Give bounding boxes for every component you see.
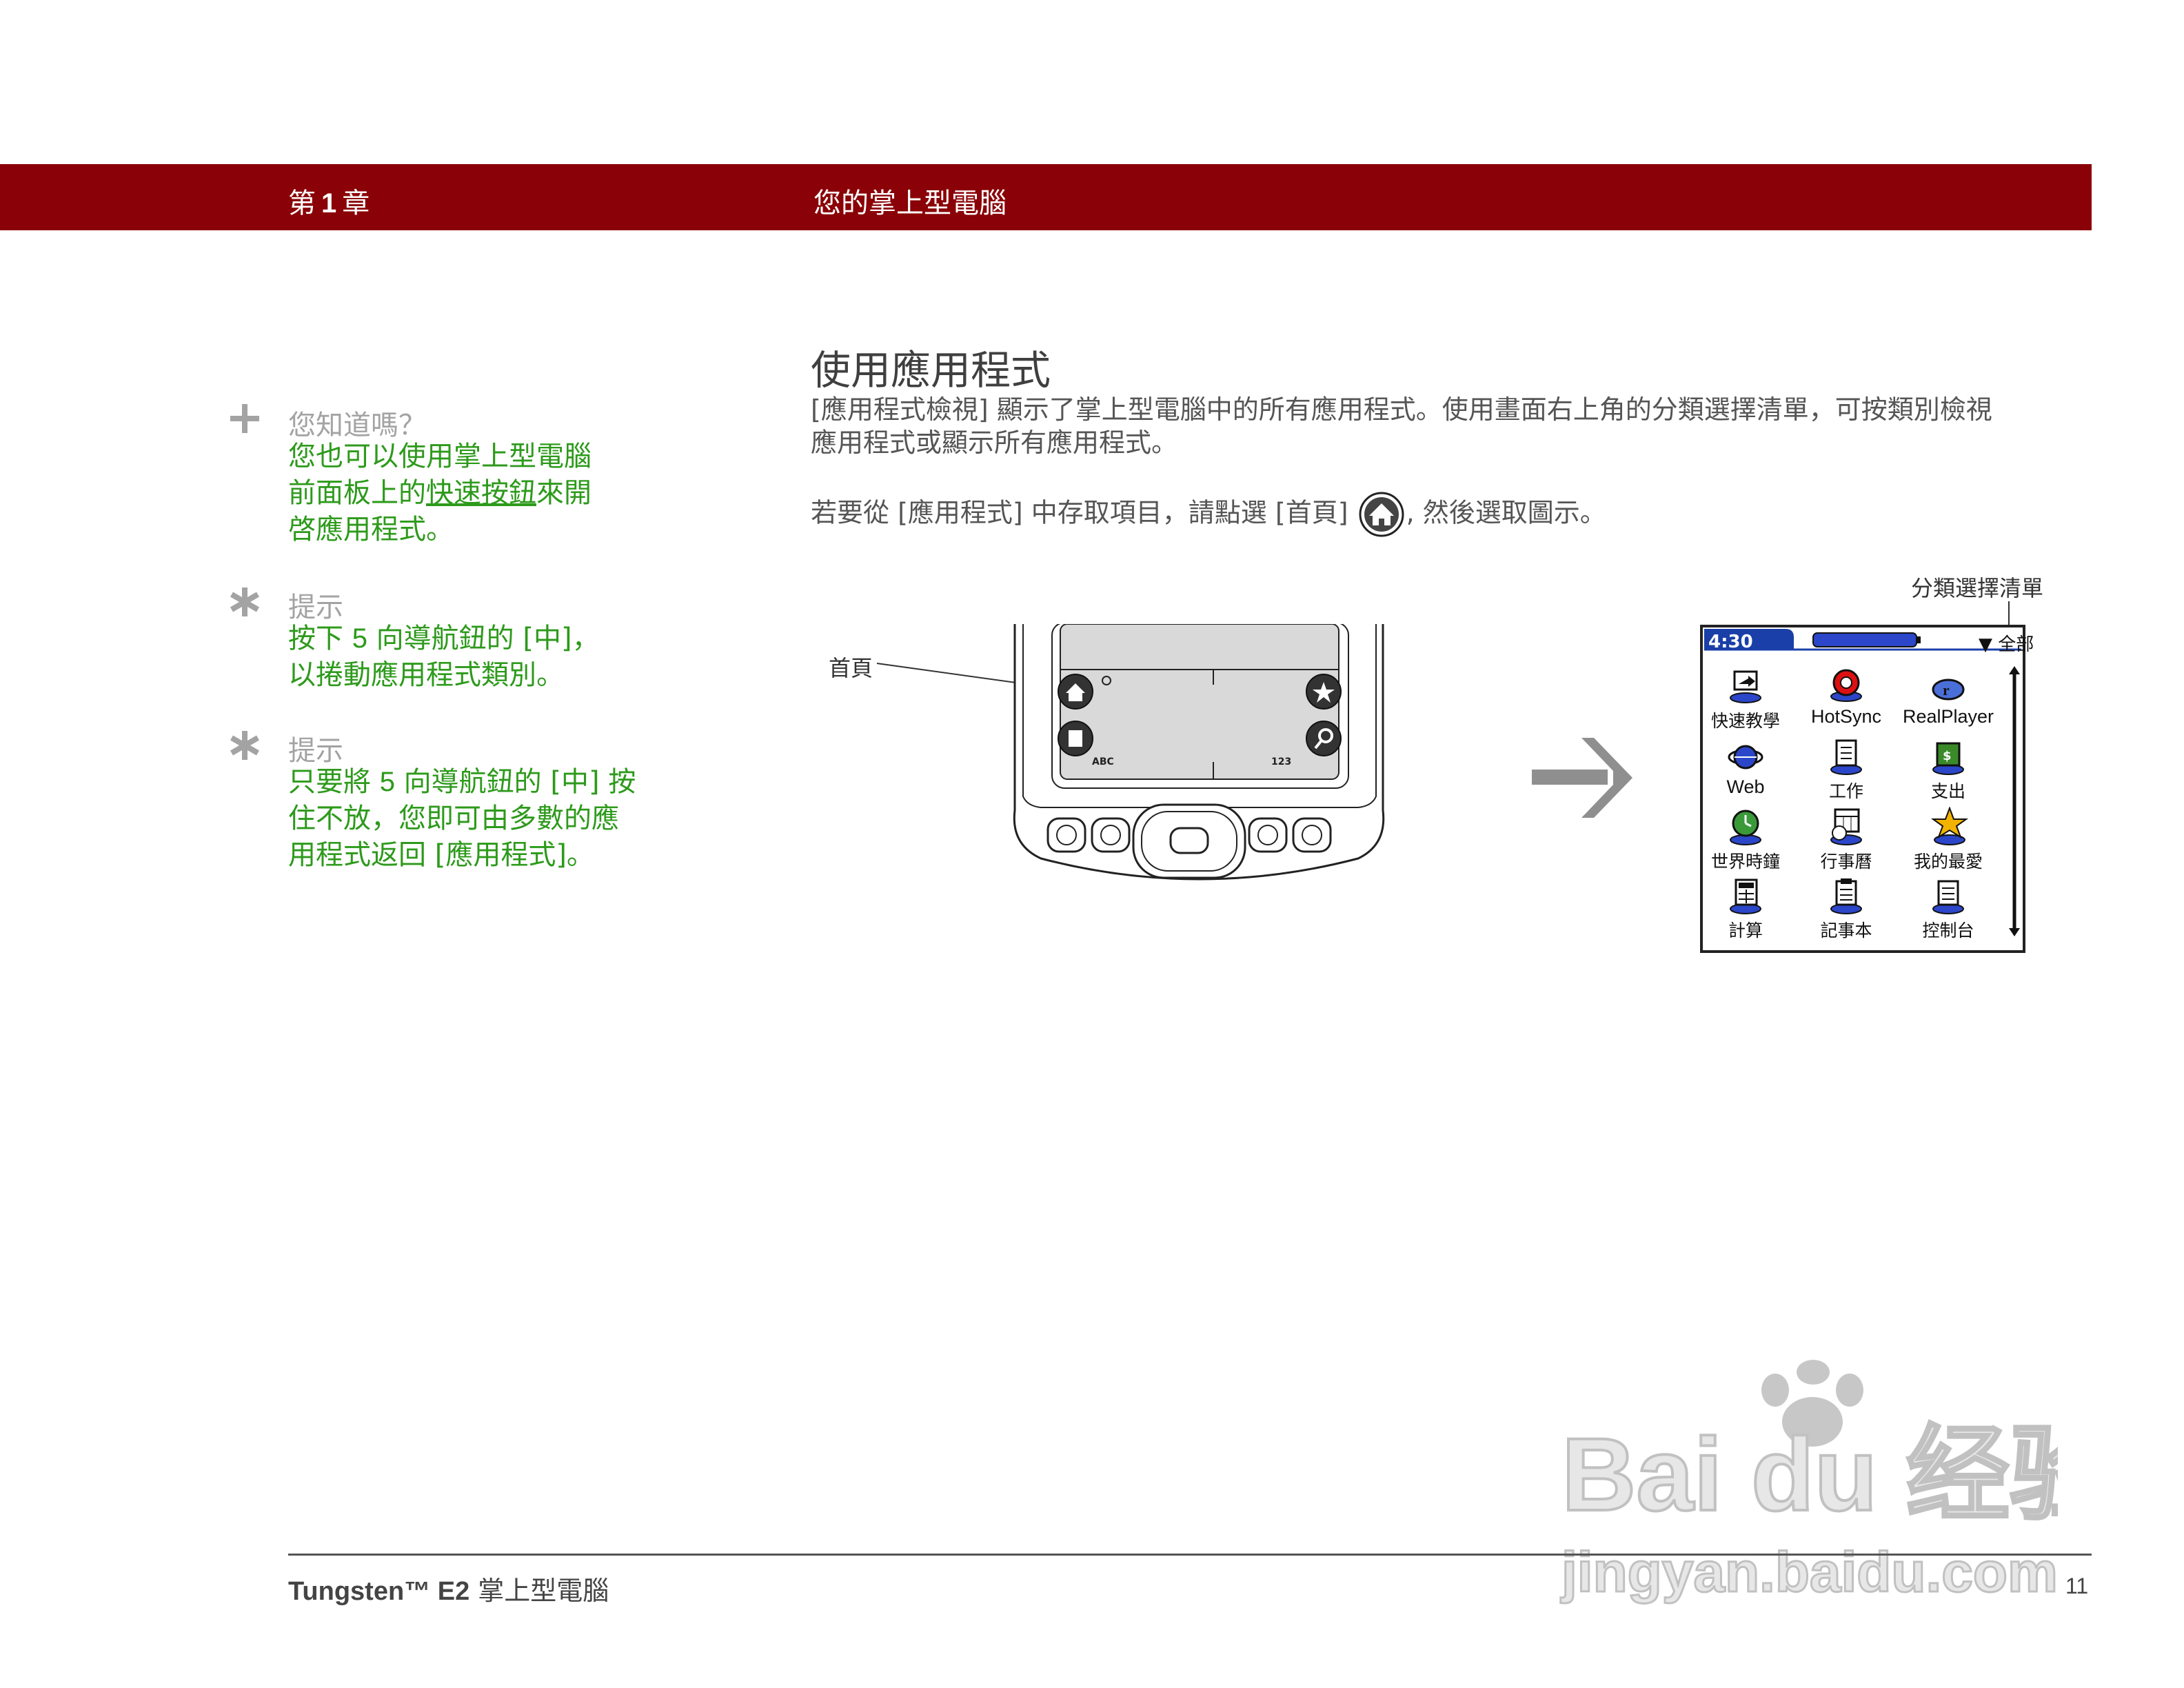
calendar-icon[interactable] bbox=[1828, 807, 1864, 845]
app-label-expense: 支出 bbox=[1930, 781, 1965, 801]
page-heading: 使用應用程式 bbox=[811, 347, 1051, 394]
category-picker[interactable]: ▼ 全部 bbox=[1979, 630, 2034, 656]
watermark-brand-text: Bai du 经验 bbox=[1561, 1416, 2058, 1532]
memo-icon[interactable] bbox=[1828, 877, 1864, 914]
app-label-calculator: 計算 bbox=[1728, 921, 1763, 941]
quick-tour-icon[interactable] bbox=[1728, 670, 1763, 703]
device-abc-label: ABC bbox=[1092, 756, 1114, 767]
watermark-url-text: jingyan.baidu.com bbox=[1560, 1541, 2058, 1604]
app-label-memo: 記事本 bbox=[1820, 921, 1872, 941]
home-callout-label: 首頁 bbox=[829, 655, 873, 681]
expense-icon[interactable]: $ bbox=[1930, 738, 1966, 775]
realplayer-icon[interactable]: r bbox=[1930, 670, 1966, 703]
device-123-label: 123 bbox=[1271, 756, 1291, 767]
favorites-icon[interactable] bbox=[1930, 807, 1969, 845]
asterisk-icon bbox=[230, 731, 260, 760]
app-label-prefs: 控制台 bbox=[1922, 921, 1974, 941]
tip-label: 提示 bbox=[288, 735, 343, 767]
app-label-web: Web bbox=[1726, 776, 1765, 797]
app-label-tasks: 工作 bbox=[1828, 781, 1863, 801]
svg-text:$: $ bbox=[1943, 749, 1952, 763]
clock-display: 4:30 bbox=[1708, 632, 1753, 652]
page-number: 11 bbox=[2065, 1574, 2089, 1598]
section-title: 您的掌上型電腦 bbox=[813, 188, 1007, 219]
hotsync-icon[interactable] bbox=[1828, 667, 1864, 703]
calculator-icon[interactable] bbox=[1728, 877, 1763, 914]
handheld-device-illustration: ABC 123 bbox=[1013, 624, 1385, 881]
category-callout-line bbox=[2008, 601, 2010, 626]
app-label-favorites: 我的最愛 bbox=[1913, 852, 1983, 872]
home-icon bbox=[1359, 492, 1404, 537]
app-label-calendar: 行事曆 bbox=[1820, 852, 1872, 872]
instruction-paragraph: 若要從 [應用程式] 中存取項目，請點選 [首頁] , 然後選取圖示。 bbox=[811, 491, 1606, 538]
world-clock-icon[interactable] bbox=[1728, 808, 1763, 845]
did-you-know-text: 您也可以使用掌上型電腦 前面板上的快速按鈕來開 啓應用程式。 bbox=[288, 441, 592, 545]
prefs-icon[interactable] bbox=[1930, 877, 1966, 914]
quick-buttons-link[interactable]: 快速按鈕 bbox=[426, 477, 536, 509]
app-label-realplayer: RealPlayer bbox=[1902, 706, 1994, 727]
web-icon[interactable] bbox=[1728, 739, 1763, 775]
tip-text: 按下 5 向導航鈕的 [中]， 以捲動應用程式類別。 bbox=[288, 623, 600, 691]
tip-text: 只要將 5 向導航鈕的 [中] 按 住不放，您即可由多數的應 用程式返回 [應用… bbox=[288, 766, 636, 871]
category-list-callout-label: 分類選擇清單 bbox=[1911, 575, 2044, 601]
chapter-label: 第1章 bbox=[288, 188, 370, 219]
baidu-jingyan-watermark-logo: Bai du 经验 jingyan.baidu.com bbox=[1559, 1360, 2058, 1605]
intro-paragraph: [應用程式檢視] 顯示了掌上型電腦中的所有應用程式。使用畫面右上角的分類選擇清單… bbox=[811, 394, 1992, 458]
did-you-know-label: 您知道嗎？ bbox=[288, 410, 426, 441]
right-arrow-icon bbox=[1532, 738, 1632, 818]
app-label-hotsync: HotSync bbox=[1810, 706, 1882, 727]
tasks-icon[interactable] bbox=[1828, 738, 1864, 775]
svg-text:r: r bbox=[1943, 681, 1950, 699]
footer-divider bbox=[288, 1554, 2092, 1556]
app-label-quick-tour: 快速教學 bbox=[1710, 711, 1780, 731]
plus-icon bbox=[230, 404, 259, 433]
tip-label: 提示 bbox=[288, 592, 343, 623]
asterisk-icon bbox=[230, 587, 260, 616]
app-label-world-clock: 世界時鐘 bbox=[1710, 852, 1780, 872]
footer-product-name: Tungsten™ E2 掌上型電腦 bbox=[288, 1576, 609, 1606]
